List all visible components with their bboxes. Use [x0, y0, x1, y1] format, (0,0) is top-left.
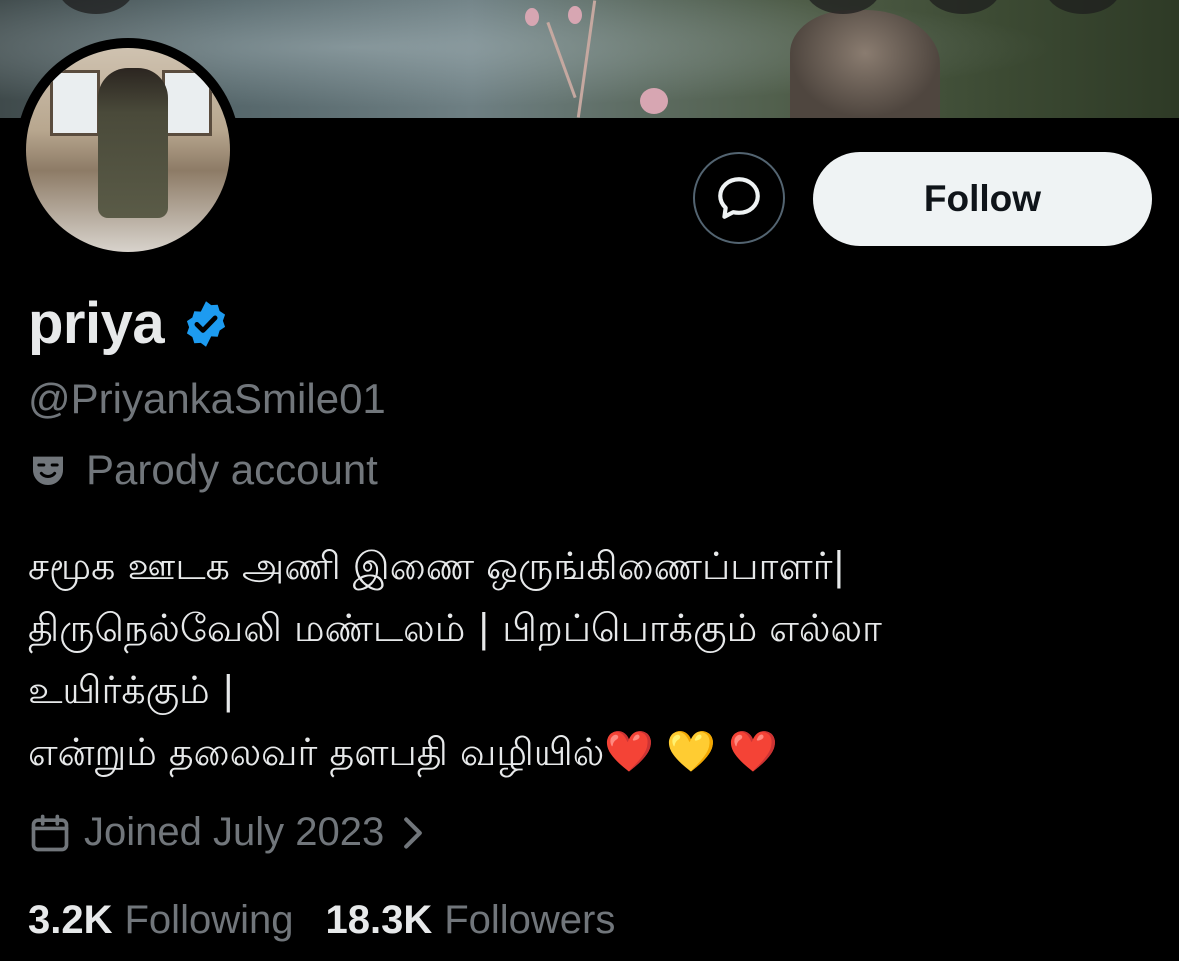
parody-label-text: Parody account	[86, 446, 378, 493]
bio-line: உயிர்க்கும் |	[28, 668, 235, 712]
joined-date-row[interactable]: Joined July 2023	[28, 810, 424, 855]
profile-name-row: priya	[28, 290, 232, 357]
joined-date-text: Joined July 2023	[84, 810, 385, 854]
photo-window	[50, 70, 100, 136]
following-count: 3.2K	[28, 898, 113, 942]
bio-line: என்றும் தலைவர் தளபதி வழியில்	[28, 730, 605, 774]
calendar-icon	[31, 814, 69, 851]
follow-button[interactable]: Follow	[813, 152, 1152, 246]
bio-line: திருநெல்வேலி மண்டலம் | பிறப்பொக்கும் எல்…	[28, 606, 882, 650]
red-heart-emoji: ❤️	[728, 729, 778, 775]
theater-mask-icon	[33, 456, 63, 485]
avatar-photo	[26, 48, 230, 252]
banner-rock	[790, 10, 940, 118]
following-stat[interactable]: 3.2K Following	[28, 898, 293, 943]
photo-window	[162, 70, 212, 136]
flower-bud	[525, 8, 539, 26]
flower-bud	[568, 6, 582, 24]
verified-badge-icon[interactable]	[180, 298, 232, 350]
flower-bloom	[640, 88, 668, 114]
profile-bio: சமூக ஊடக அணி இணை ஒருங்கிணைப்பாளர்| திருந…	[28, 535, 1158, 783]
yellow-heart-emoji: 💛	[666, 729, 717, 775]
profile-handle: @PriyankaSmile01	[28, 375, 386, 422]
photo-person	[98, 68, 168, 218]
followers-stat[interactable]: 18.3K Followers	[325, 898, 615, 943]
message-bubble-icon	[718, 177, 760, 219]
display-name: priya	[28, 291, 165, 356]
bio-line: சமூக ஊடக அணி இணை ஒருங்கிணைப்பாளர்|	[28, 544, 846, 588]
message-button[interactable]	[693, 152, 785, 244]
following-label: Following	[124, 898, 294, 942]
bio-line-with-hearts: என்றும் தலைவர் தளபதி வழியில்❤️ 💛 ❤️	[28, 721, 1158, 783]
profile-stats: 3.2K Following 18.3K Followers	[28, 898, 615, 943]
followers-label: Followers	[444, 898, 616, 942]
chevron-right-icon	[404, 816, 423, 849]
red-heart-emoji: ❤️	[604, 729, 655, 775]
followers-count: 18.3K	[325, 898, 433, 942]
parody-label: Parody account	[28, 446, 378, 494]
profile-avatar[interactable]	[16, 38, 240, 262]
